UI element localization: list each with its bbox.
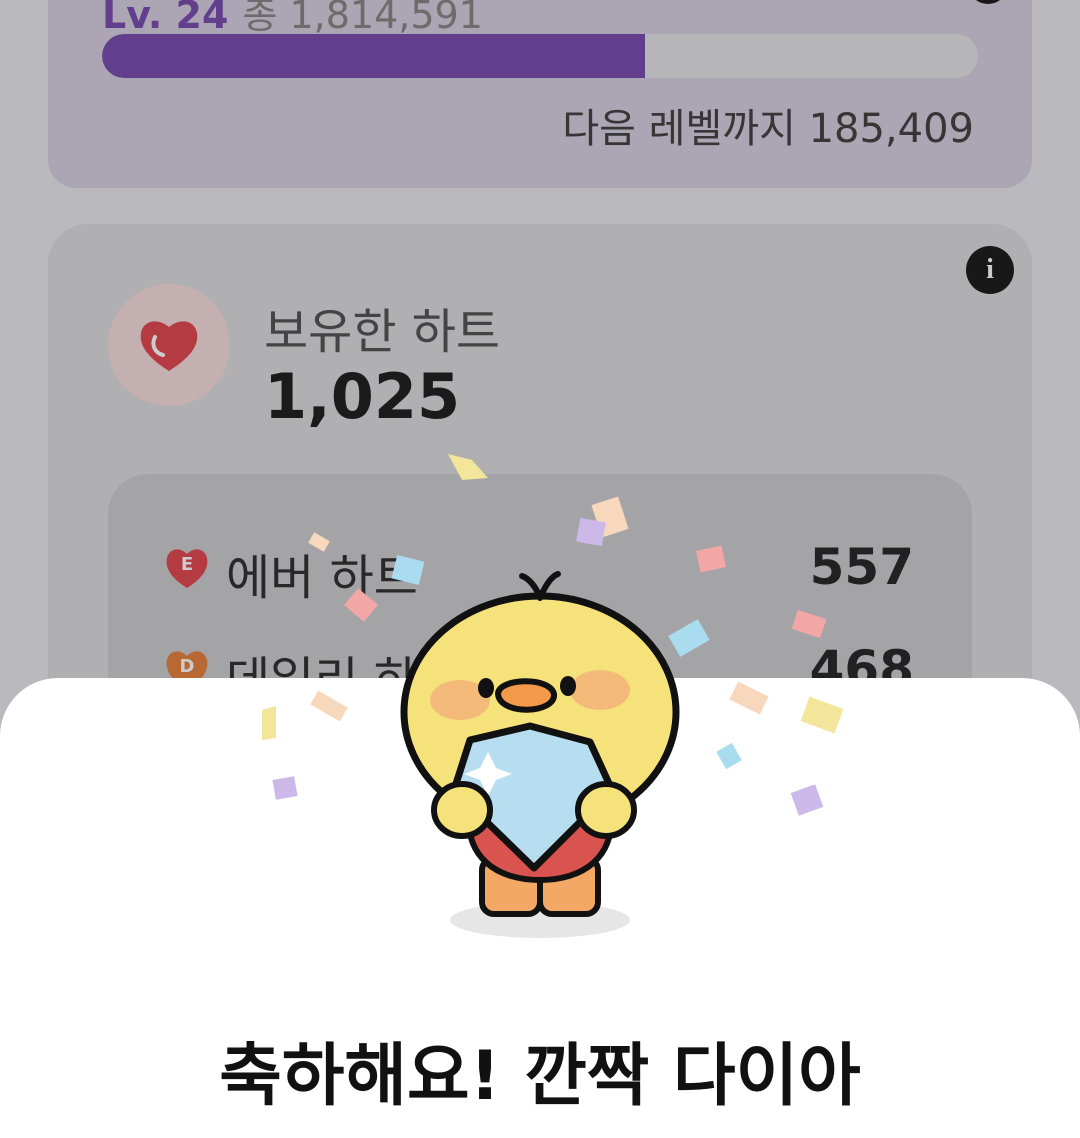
duck-mascot-icon <box>400 571 680 938</box>
